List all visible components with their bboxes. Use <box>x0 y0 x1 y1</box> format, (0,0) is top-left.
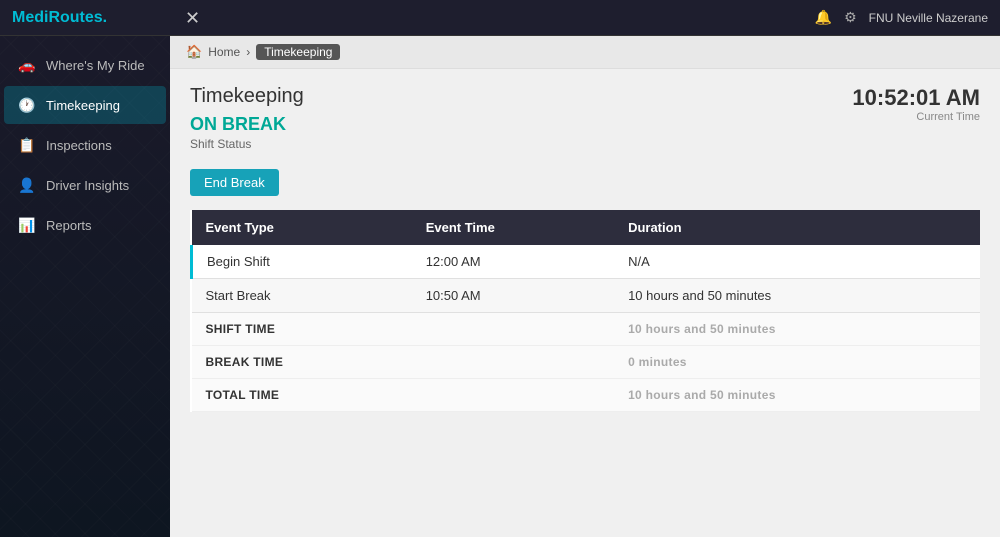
breadcrumb-separator: › <box>246 45 250 59</box>
logo-dot: . <box>103 9 107 26</box>
sidebar-item-label-timekeeping: Timekeeping <box>46 98 120 113</box>
driver-insights-icon: 👤 <box>18 176 36 194</box>
col-event-type: Event Type <box>192 210 412 245</box>
home-icon: 🏠 <box>186 44 202 60</box>
summary-empty <box>412 379 614 412</box>
summary-value-total: 10 hours and 50 minutes <box>614 379 980 412</box>
logo-text-1: MediR <box>12 9 60 26</box>
summary-value-break: 0 minutes <box>614 346 980 379</box>
col-event-time: Event Time <box>412 210 614 245</box>
summary-empty <box>412 313 614 346</box>
sidebar-item-wheres-my-ride[interactable]: 🚗 Where's My Ride <box>4 46 166 84</box>
sidebar-item-label-ride: Where's My Ride <box>46 58 145 73</box>
timekeeping-icon: 🕐 <box>18 96 36 114</box>
cell-event-time: 10:50 AM <box>412 279 614 313</box>
sidebar-item-driver-insights[interactable]: 👤 Driver Insights <box>4 166 166 204</box>
sidebar: 🚗 Where's My Ride 🕐 Timekeeping 📋 Inspec… <box>0 36 170 537</box>
cell-duration: N/A <box>614 245 980 279</box>
end-break-button[interactable]: End Break <box>190 169 279 196</box>
status-badge: ON BREAK <box>190 114 304 135</box>
sidebar-item-label-inspections: Inspections <box>46 138 112 153</box>
table-header-row: Event Type Event Time Duration <box>192 210 981 245</box>
app-logo: MediRoutes. <box>12 9 107 27</box>
settings-icon[interactable]: ⚙ <box>844 9 857 26</box>
current-time-label: Current Time <box>852 111 980 123</box>
shift-status-text: Shift Status <box>190 137 304 151</box>
notifications-icon[interactable]: 🔔 <box>815 9 832 26</box>
user-name: FNU Neville Nazerane <box>869 11 988 25</box>
summary-value-shift: 10 hours and 50 minutes <box>614 313 980 346</box>
breadcrumb-home-link[interactable]: Home <box>208 45 240 59</box>
top-bar: MediRoutes. 🔔 ⚙ FNU Neville Nazerane <box>0 0 1000 36</box>
page-header-left: Timekeeping ON BREAK Shift Status <box>190 85 304 165</box>
sidebar-item-label-reports: Reports <box>46 218 92 233</box>
table-row: Start Break 10:50 AM 10 hours and 50 min… <box>192 279 981 313</box>
breadcrumb-current: Timekeeping <box>256 44 340 60</box>
sidebar-item-inspections[interactable]: 📋 Inspections <box>4 126 166 164</box>
current-time-block: 10:52:01 AM Current Time <box>852 85 980 123</box>
table-row: Begin Shift 12:00 AM N/A <box>192 245 981 279</box>
reports-icon: 📊 <box>18 216 36 234</box>
sidebar-content: 🚗 Where's My Ride 🕐 Timekeeping 📋 Inspec… <box>0 44 170 246</box>
col-duration: Duration <box>614 210 980 245</box>
summary-label-break: BREAK TIME <box>192 346 412 379</box>
sidebar-item-reports[interactable]: 📊 Reports <box>4 206 166 244</box>
time-display-area: Timekeeping ON BREAK Shift Status 10:52:… <box>190 85 980 165</box>
top-bar-right: 🔔 ⚙ FNU Neville Nazerane <box>815 9 988 26</box>
page-content: Timekeeping ON BREAK Shift Status 10:52:… <box>170 69 1000 537</box>
summary-row-shift: SHIFT TIME 10 hours and 50 minutes <box>192 313 981 346</box>
summary-row-break: BREAK TIME 0 minutes <box>192 346 981 379</box>
inspections-icon: 📋 <box>18 136 36 154</box>
summary-label-shift: SHIFT TIME <box>192 313 412 346</box>
summary-row-total: TOTAL TIME 10 hours and 50 minutes <box>192 379 981 412</box>
logo-highlight: outes <box>60 9 103 26</box>
summary-empty <box>412 346 614 379</box>
cell-event-type: Start Break <box>192 279 412 313</box>
timekeeping-table: Event Type Event Time Duration Begin Shi… <box>190 210 980 412</box>
cell-duration: 10 hours and 50 minutes <box>614 279 980 313</box>
sidebar-item-label-driver-insights: Driver Insights <box>46 178 129 193</box>
summary-label-total: TOTAL TIME <box>192 379 412 412</box>
table-body: Begin Shift 12:00 AM N/A Start Break 10:… <box>192 245 981 412</box>
current-time-value: 10:52:01 AM <box>852 85 980 111</box>
breadcrumb: 🏠 Home › Timekeeping <box>170 36 1000 69</box>
cell-event-type: Begin Shift <box>192 245 412 279</box>
sidebar-item-timekeeping[interactable]: 🕐 Timekeeping <box>4 86 166 124</box>
table-header: Event Type Event Time Duration <box>192 210 981 245</box>
main-layout: 🚗 Where's My Ride 🕐 Timekeeping 📋 Inspec… <box>0 36 1000 537</box>
page-title: Timekeeping <box>190 85 304 108</box>
cell-event-time: 12:00 AM <box>412 245 614 279</box>
ride-icon: 🚗 <box>18 56 36 74</box>
close-button[interactable]: ✕ <box>185 8 200 29</box>
content-area: 🏠 Home › Timekeeping Timekeeping ON BREA… <box>170 36 1000 537</box>
